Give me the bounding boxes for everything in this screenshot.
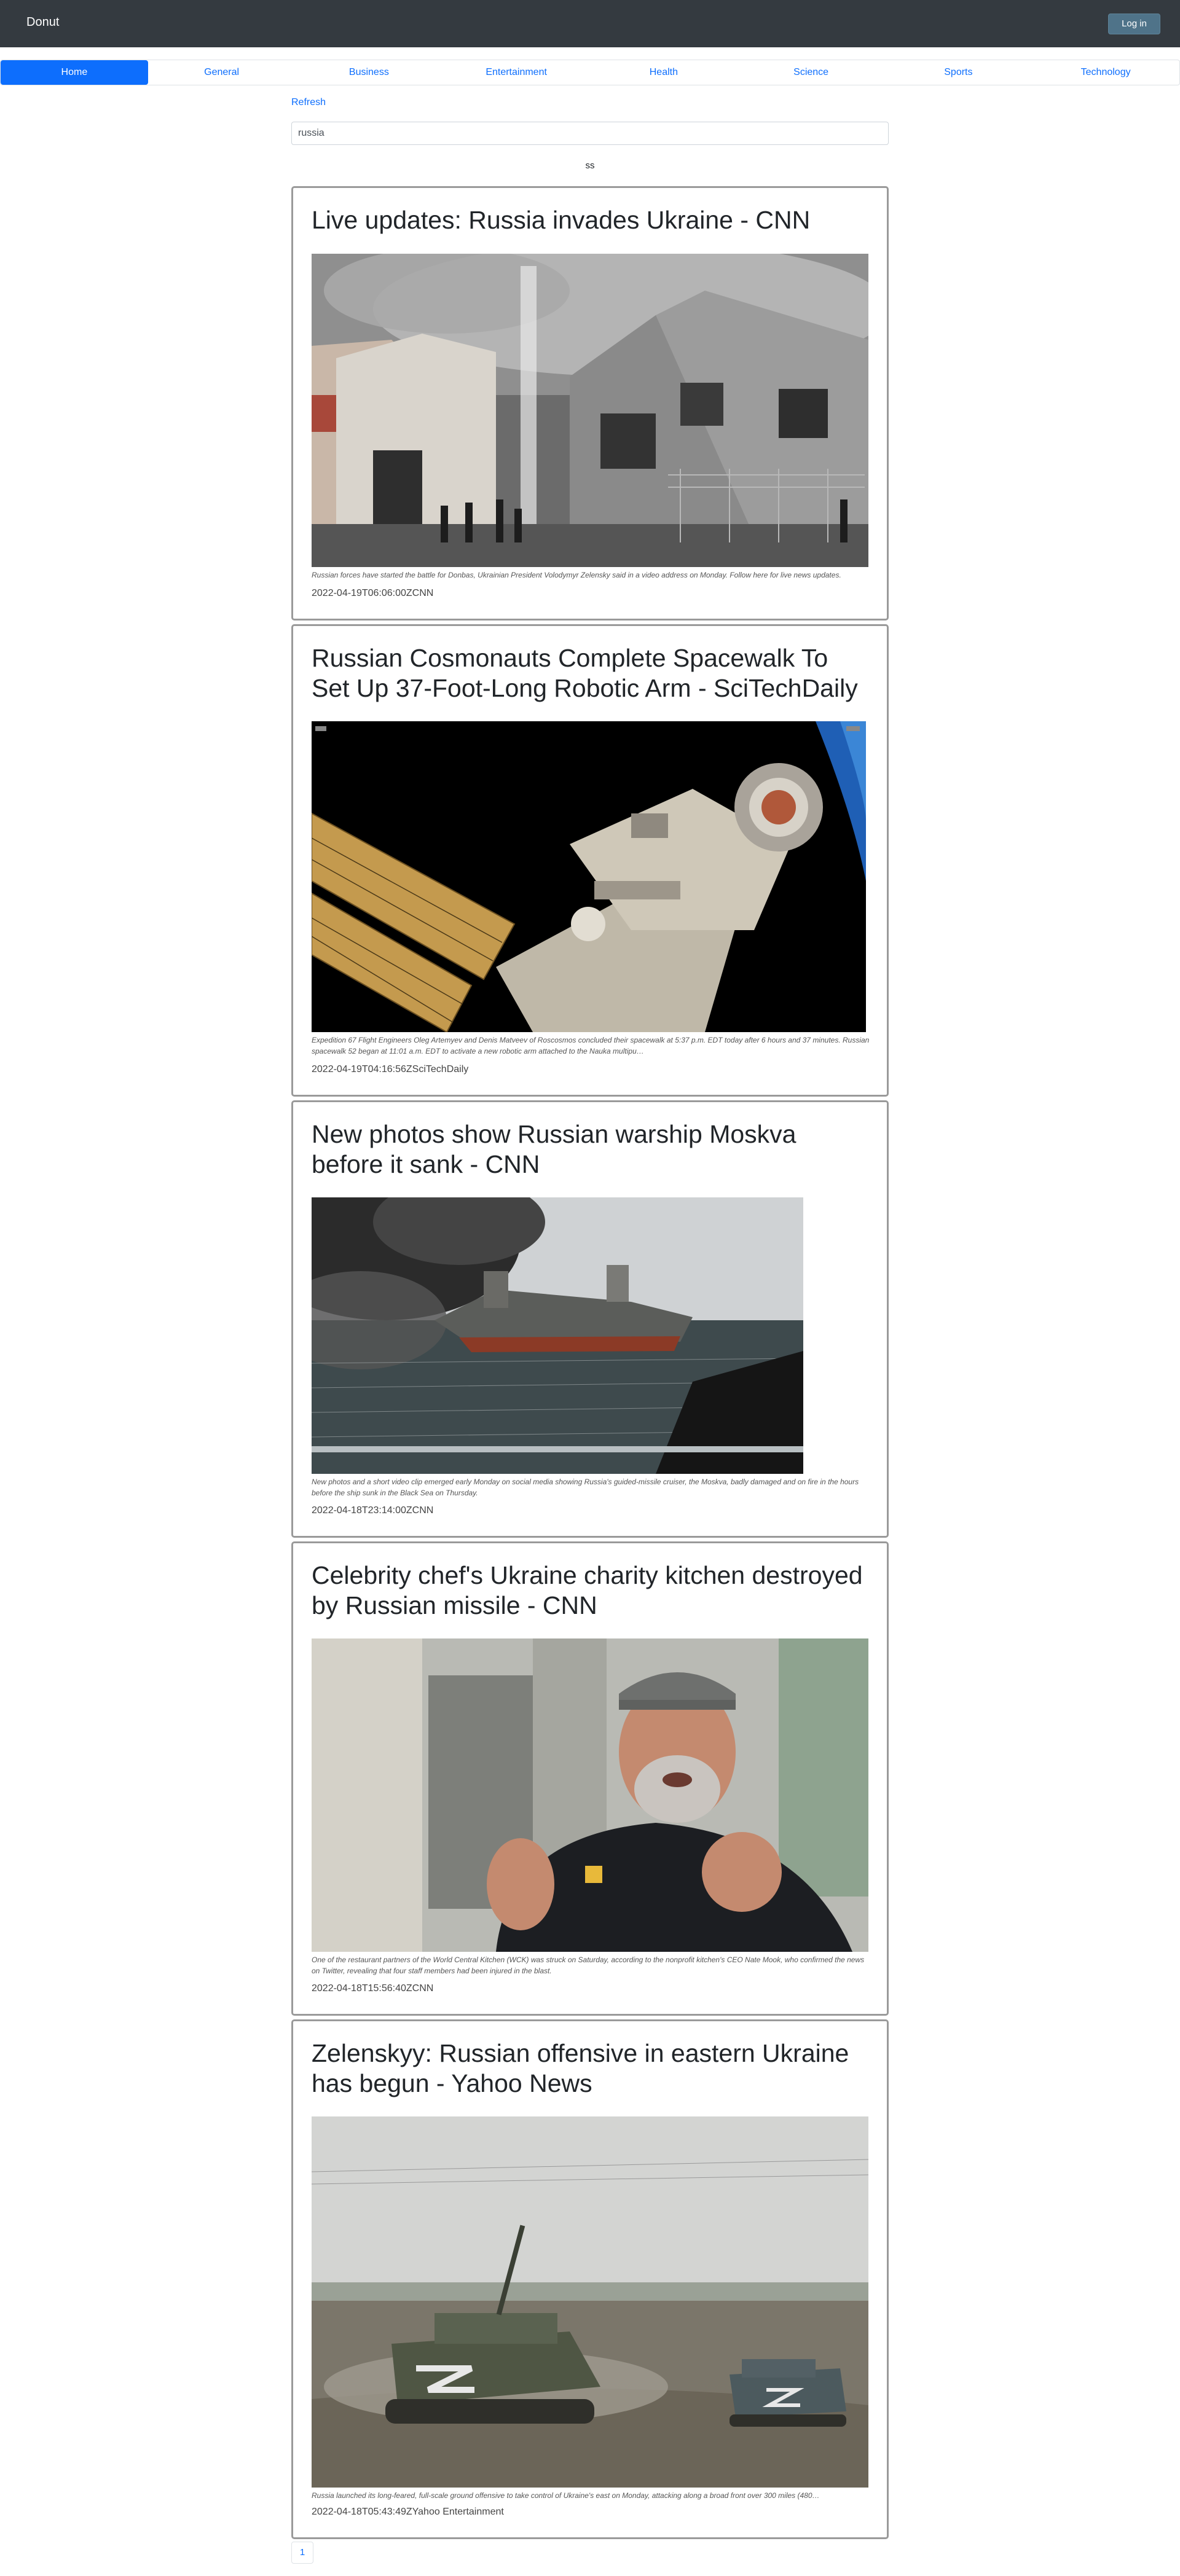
article-meta: 2022-04-19T04:16:56ZSciTechDaily: [312, 1064, 469, 1075]
tab-general[interactable]: General: [148, 60, 296, 85]
refresh-link[interactable]: Refresh: [291, 97, 326, 108]
article-image[interactable]: [312, 254, 868, 567]
article-description: Russia launched its long-feared, full-sc…: [312, 2491, 820, 2500]
tab-entertainment[interactable]: Entertainment: [442, 60, 590, 85]
article-description: New photos and a short video clip emerge…: [312, 1478, 859, 1497]
news-card: Celebrity chef's Ukraine charity kitchen…: [291, 1541, 889, 2016]
tab-health[interactable]: Health: [590, 60, 738, 85]
article-meta: 2022-04-18T05:43:49ZYahoo Entertainment: [312, 2507, 504, 2517]
tab-business[interactable]: Business: [296, 60, 443, 85]
article-image[interactable]: [312, 1197, 803, 1474]
top-navbar: Donut Log in: [0, 0, 1180, 47]
tab-science[interactable]: Science: [738, 60, 885, 85]
article-meta: 2022-04-18T23:14:00ZCNN: [312, 1505, 434, 1516]
article-title[interactable]: Zelenskyy: Russian offensive in eastern …: [312, 2038, 871, 2099]
article-description: Russian forces have started the battle f…: [312, 571, 841, 579]
article-description: Expedition 67 Flight Engineers Oleg Arte…: [312, 1036, 870, 1055]
article-title[interactable]: New photos show Russian warship Moskva b…: [312, 1119, 871, 1180]
tab-home[interactable]: Home: [1, 60, 148, 85]
space-station-photo: [312, 721, 866, 1032]
status-text: ss: [585, 160, 595, 171]
article-meta: 2022-04-18T15:56:40ZCNN: [312, 1983, 434, 1994]
article-title[interactable]: Russian Cosmonauts Complete Spacewalk To…: [312, 643, 871, 703]
armored-vehicles-photo: [312, 2116, 868, 2488]
chef-portrait-photo: [312, 1638, 868, 1952]
tab-technology[interactable]: Technology: [1032, 60, 1179, 85]
news-card: Russian Cosmonauts Complete Spacewalk To…: [291, 624, 889, 1097]
article-meta: 2022-04-19T06:06:00ZCNN: [312, 588, 434, 598]
news-card: Zelenskyy: Russian offensive in eastern …: [291, 2019, 889, 2539]
burning-house-photo: [312, 254, 868, 567]
warship-smoke-photo: [312, 1197, 803, 1474]
article-image[interactable]: [312, 721, 866, 1032]
page-number-button[interactable]: 1: [291, 2542, 313, 2564]
news-card: Live updates: Russia invades Ukraine - C…: [291, 186, 889, 621]
article-image[interactable]: [312, 2116, 868, 2488]
search-input[interactable]: [291, 122, 889, 145]
news-card: New photos show Russian warship Moskva b…: [291, 1100, 889, 1538]
tab-sports[interactable]: Sports: [885, 60, 1032, 85]
article-description: One of the restaurant partners of the Wo…: [312, 1955, 865, 1975]
article-image[interactable]: [312, 1638, 868, 1952]
category-tabs: Home General Business Entertainment Heal…: [0, 60, 1180, 85]
article-title[interactable]: Live updates: Russia invades Ukraine - C…: [312, 205, 871, 235]
brand-logo[interactable]: Donut: [26, 15, 59, 29]
article-title[interactable]: Celebrity chef's Ukraine charity kitchen…: [312, 1560, 871, 1621]
login-button[interactable]: Log in: [1108, 14, 1160, 34]
